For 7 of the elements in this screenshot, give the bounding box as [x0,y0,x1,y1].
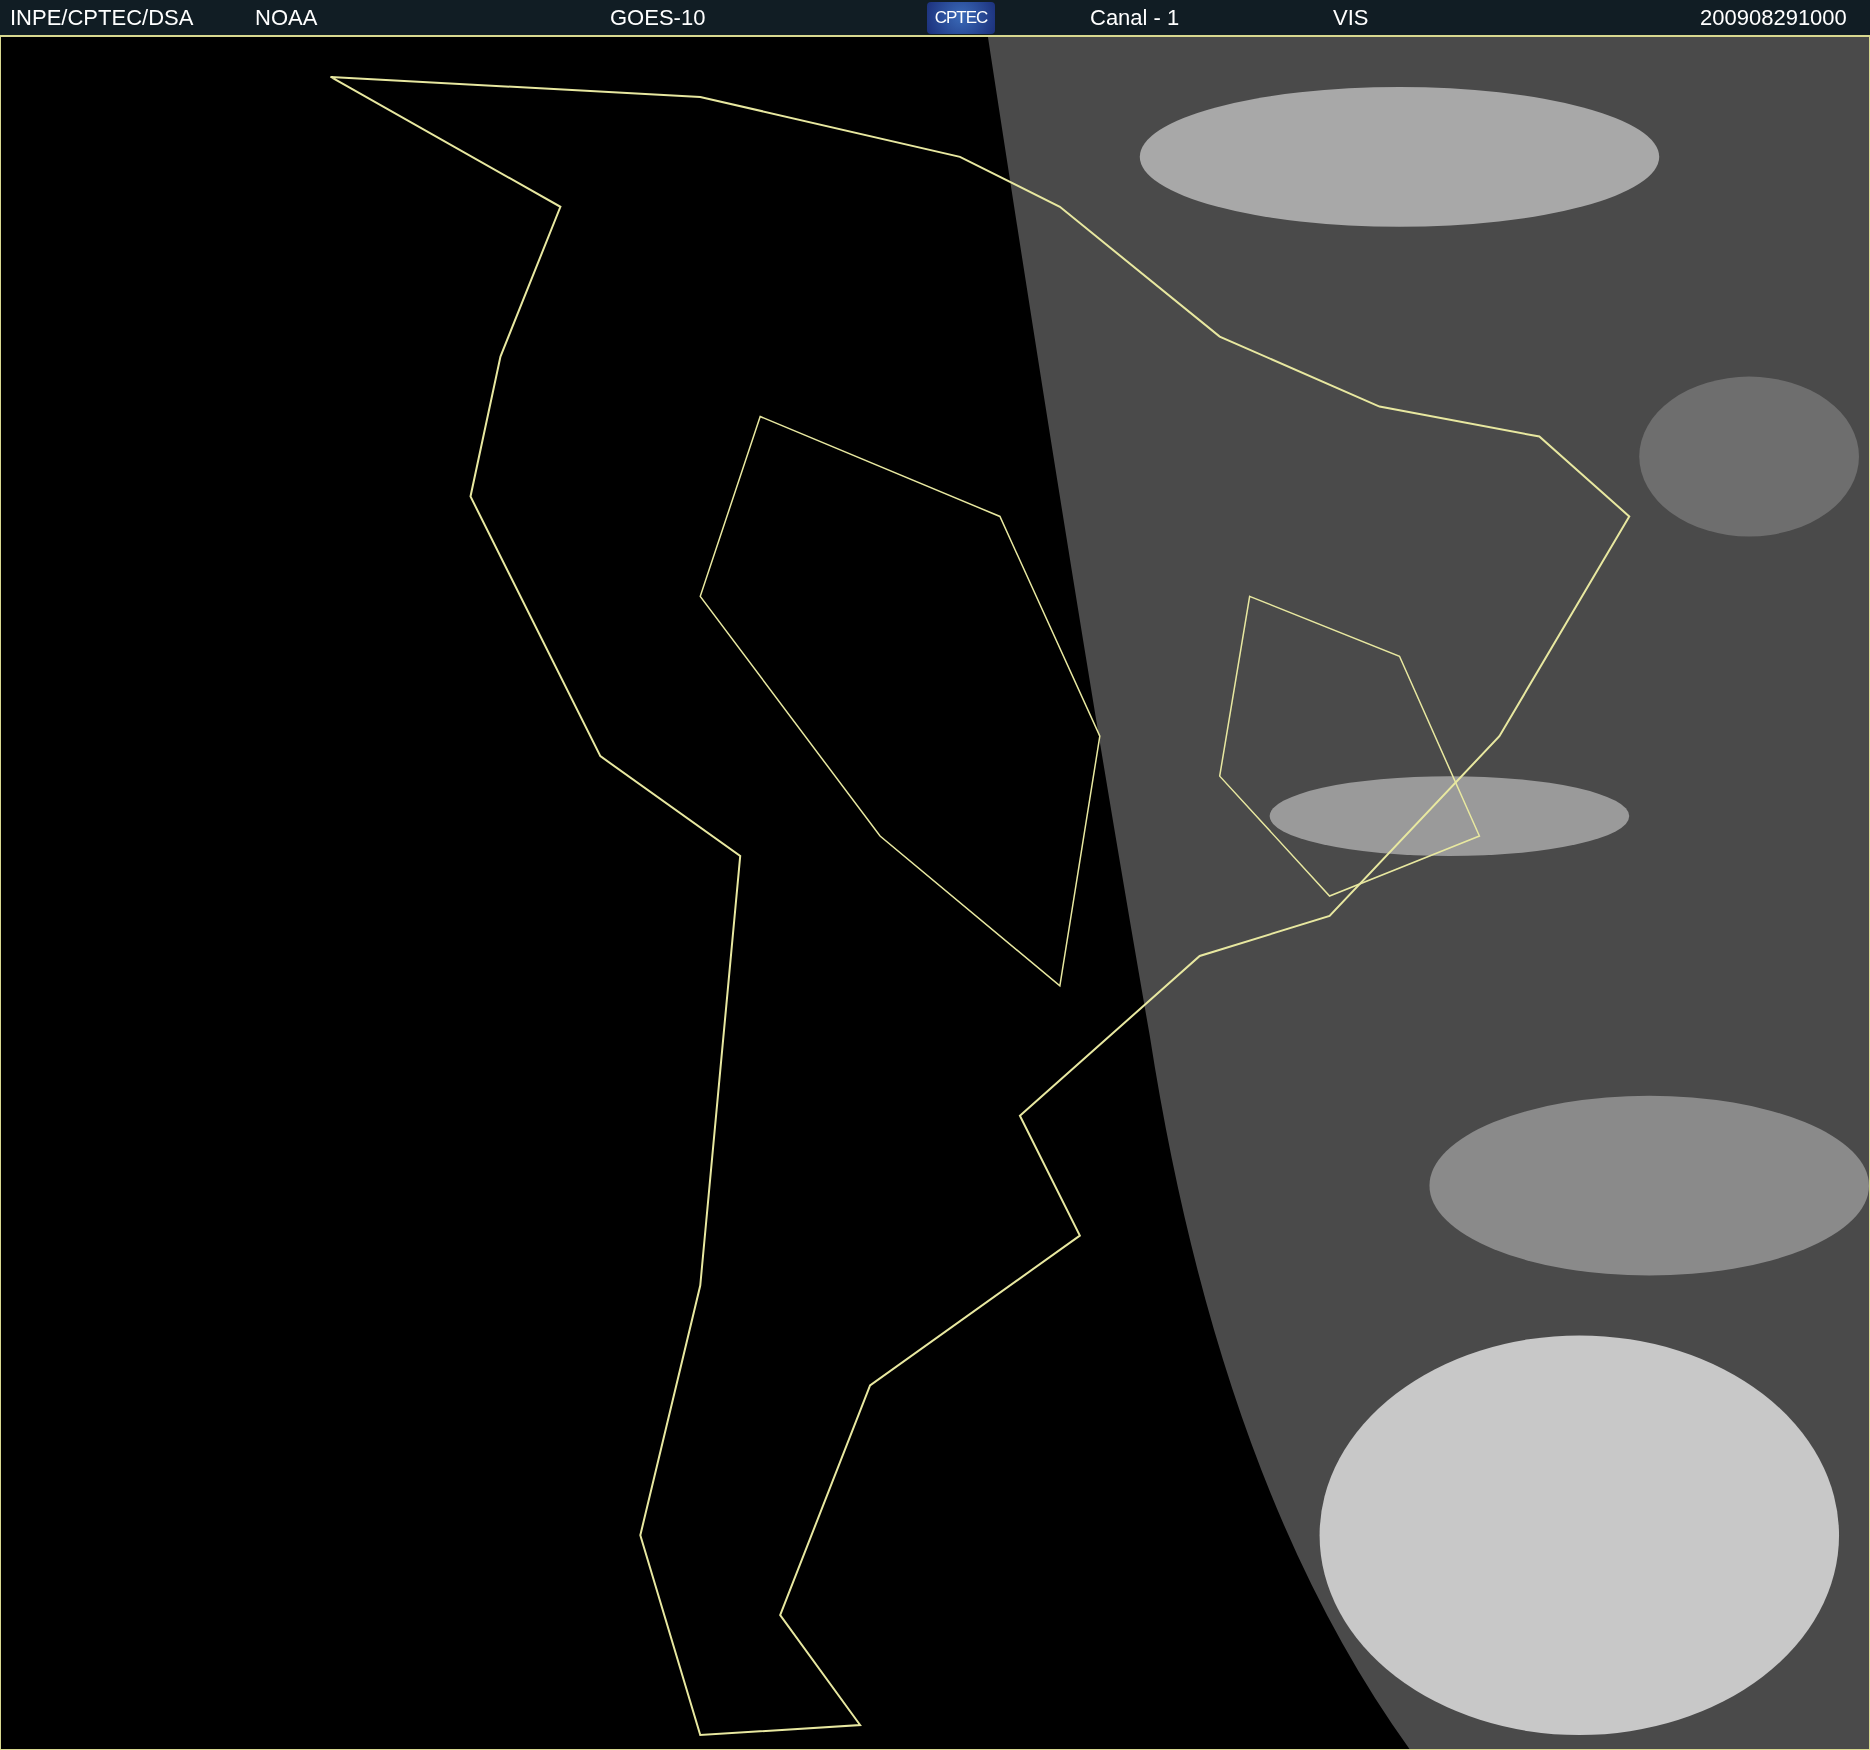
channel-label: Canal - 1 [1090,4,1180,31]
timestamp-label: 200908291000 [1700,4,1847,31]
satellite-label: GOES-10 [610,4,706,31]
source-label: INPE/CPTEC/DSA [10,4,194,31]
band-label: VIS [1333,4,1369,31]
agency-label: NOAA [255,4,318,31]
logo: CPTEC [927,1,995,34]
